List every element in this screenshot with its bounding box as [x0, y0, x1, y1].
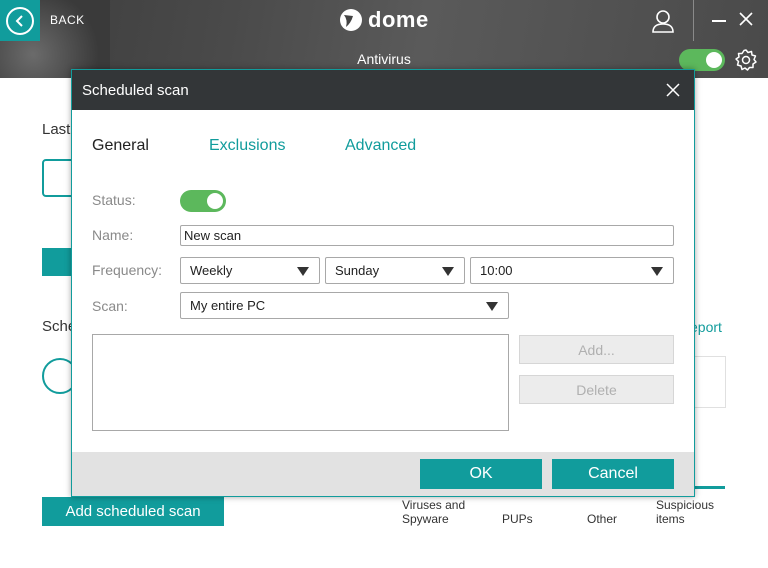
frequency-label: Frequency:	[92, 262, 163, 278]
category-viruses: Viruses and Spyware	[402, 498, 465, 526]
category-label: PUPs	[502, 512, 533, 526]
section-title: Antivirus	[357, 51, 411, 67]
dialog-header: Scheduled scan	[72, 70, 694, 110]
dropdown-arrow-icon	[442, 267, 454, 276]
last-scan-heading: Last	[42, 121, 71, 138]
frequency-select[interactable]: Weekly	[180, 257, 320, 284]
status-toggle[interactable]	[180, 190, 226, 212]
dropdown-arrow-icon	[297, 267, 309, 276]
category-label: items	[656, 512, 685, 526]
category-label: Viruses and	[402, 498, 466, 512]
category-other: Other	[587, 512, 617, 526]
close-window-icon[interactable]	[737, 10, 755, 28]
back-arrow-icon	[6, 6, 34, 35]
dropdown-arrow-icon	[651, 267, 663, 276]
scan-label: Scan:	[92, 298, 128, 314]
status-label: Status:	[92, 192, 136, 208]
dialog-title: Scheduled scan	[82, 82, 189, 99]
header-divider	[693, 0, 694, 41]
toggle-knob	[207, 193, 223, 209]
time-value: 10:00	[480, 263, 513, 278]
user-icon[interactable]	[650, 8, 676, 34]
back-button[interactable]	[0, 0, 40, 41]
toggle-knob	[706, 52, 722, 68]
stats-panel	[694, 356, 726, 408]
scan-value: My entire PC	[190, 298, 266, 313]
stats-accent-line	[694, 486, 725, 489]
panda-logo-icon	[340, 9, 362, 31]
app-header: BACK dome Antivirus	[0, 0, 768, 78]
day-select[interactable]: Sunday	[325, 257, 465, 284]
delete-button[interactable]: Delete	[519, 375, 674, 404]
category-label: Spyware	[402, 512, 449, 526]
ok-button[interactable]: OK	[420, 459, 542, 489]
tab-advanced[interactable]: Advanced	[345, 137, 416, 155]
category-suspicious: Suspicious items	[656, 498, 714, 526]
back-label[interactable]: BACK	[50, 13, 85, 27]
dialog-close-icon[interactable]	[666, 83, 680, 97]
tab-general[interactable]: General	[92, 137, 149, 155]
cancel-button[interactable]: Cancel	[552, 459, 674, 489]
time-select[interactable]: 10:00	[470, 257, 674, 284]
add-button[interactable]: Add...	[519, 335, 674, 364]
gear-icon[interactable]	[734, 48, 758, 72]
minimize-icon[interactable]	[712, 20, 726, 22]
logo-text: dome	[368, 7, 429, 32]
day-value: Sunday	[335, 263, 380, 278]
scan-select[interactable]: My entire PC	[180, 292, 509, 319]
antivirus-toggle[interactable]	[679, 49, 725, 71]
name-label: Name:	[92, 227, 134, 243]
category-label: Other	[587, 512, 618, 526]
add-scheduled-scan-button[interactable]: Add scheduled scan	[42, 497, 224, 526]
scheduled-scan-dialog: Scheduled scan General Exclusions Advanc…	[71, 69, 695, 497]
frequency-value: Weekly	[190, 263, 233, 278]
name-input[interactable]	[180, 225, 674, 246]
scan-targets-list[interactable]	[92, 334, 509, 431]
dome-logo: dome	[338, 6, 429, 34]
category-pups: PUPs	[502, 512, 533, 526]
dropdown-arrow-icon	[486, 302, 498, 311]
tab-exclusions[interactable]: Exclusions	[209, 137, 285, 155]
category-label: Suspicious	[656, 498, 715, 512]
